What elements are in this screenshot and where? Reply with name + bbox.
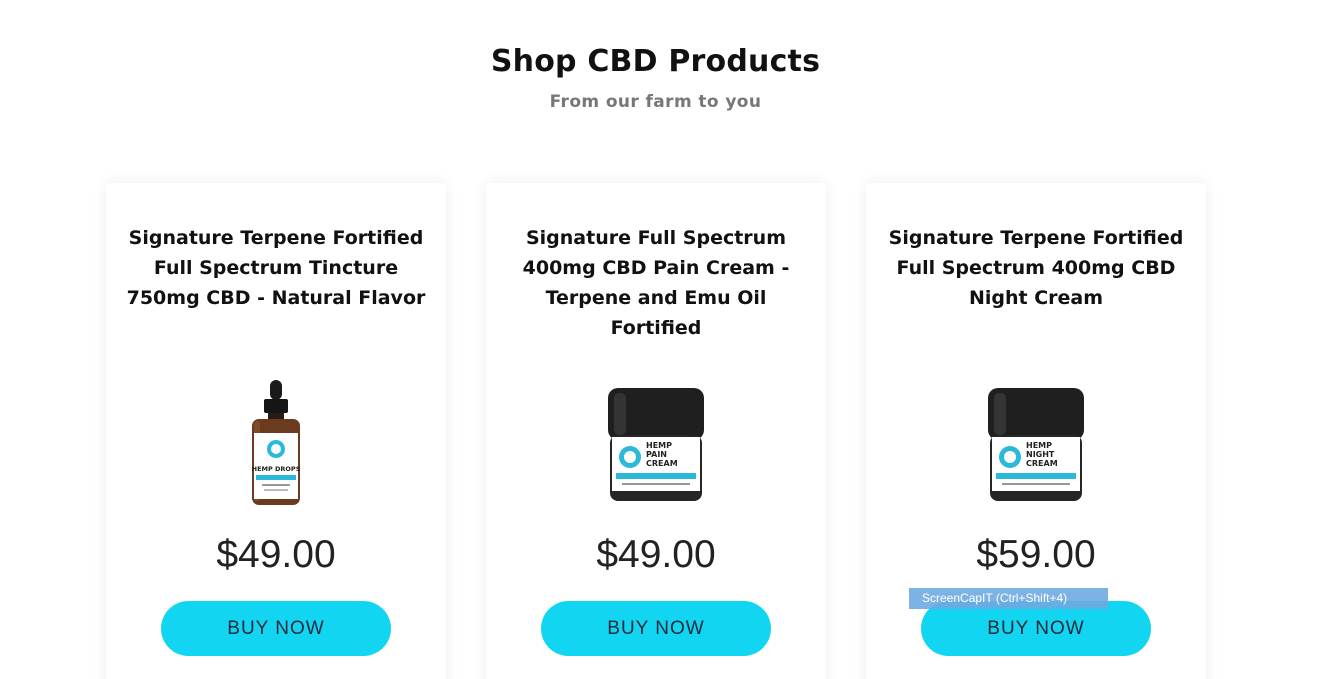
buy-now-button[interactable]: BUY NOW — [541, 601, 771, 656]
jar-label-line: HEMP — [646, 441, 672, 450]
screencapit-tooltip: ScreenCapIT (Ctrl+Shift+4) — [909, 588, 1108, 609]
jar-label-line: CREAM — [1026, 459, 1058, 468]
jar-label-line: CREAM — [646, 459, 678, 468]
product-image[interactable]: HEMP NIGHT CREAM — [976, 373, 1096, 508]
product-price: $49.00 — [596, 533, 716, 576]
product-image[interactable]: HEMP DROPS — [216, 373, 336, 508]
product-image[interactable]: HEMP PAIN CREAM — [596, 373, 716, 508]
jar-label-line: HEMP — [1026, 441, 1052, 450]
jar-label-line: NIGHT — [1026, 450, 1055, 459]
product-price: $49.00 — [216, 533, 336, 576]
product-card: Signature Terpene Fortified Full Spectru… — [106, 183, 446, 679]
product-title[interactable]: Signature Terpene Fortified Full Spectru… — [886, 223, 1186, 313]
jar-label-line: PAIN — [646, 450, 667, 459]
bottle-label-text: HEMP DROPS — [252, 465, 301, 473]
section-title: Shop CBD Products — [490, 44, 821, 79]
product-title[interactable]: Signature Terpene Fortified Full Spectru… — [126, 223, 426, 313]
product-card: Signature Full Spectrum 400mg CBD Pain C… — [486, 183, 826, 679]
buy-now-button[interactable]: BUY NOW — [161, 601, 391, 656]
product-title[interactable]: Signature Full Spectrum 400mg CBD Pain C… — [506, 223, 806, 343]
section-subtitle: From our farm to you — [549, 92, 762, 112]
buy-now-button[interactable]: BUY NOW — [921, 601, 1151, 656]
tincture-bottle-icon: HEMP DROPS — [252, 380, 301, 505]
page: Shop CBD Products From our farm to you S… — [0, 0, 1318, 679]
cream-jar-icon: HEMP NIGHT CREAM — [988, 388, 1084, 501]
product-price: $59.00 — [976, 533, 1096, 576]
cream-jar-icon: HEMP PAIN CREAM — [608, 388, 704, 501]
